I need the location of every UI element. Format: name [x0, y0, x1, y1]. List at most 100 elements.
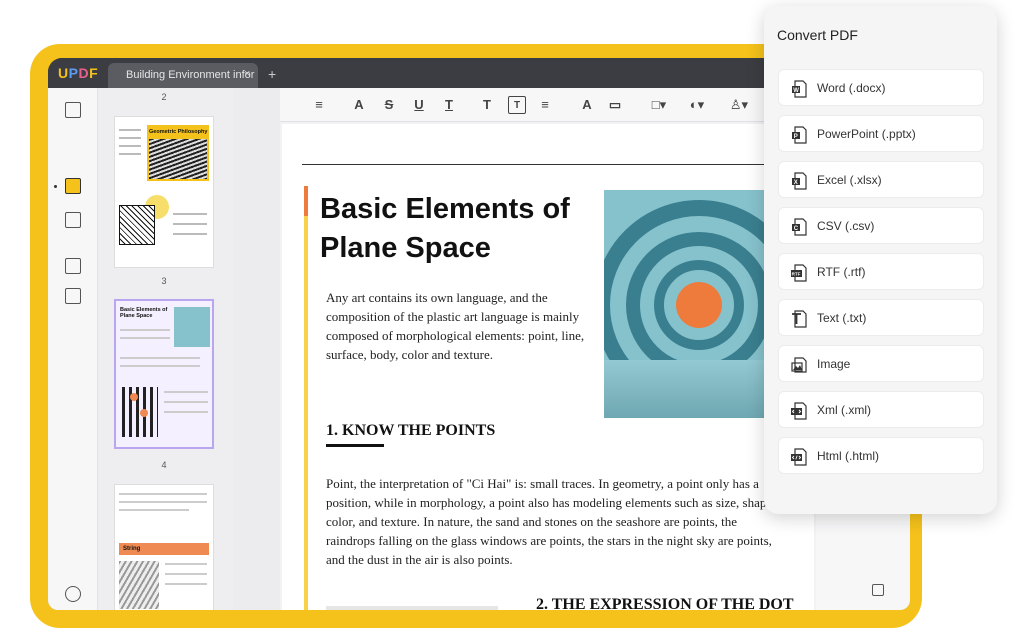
option-label: Text (.txt): [817, 311, 867, 325]
shape-icon[interactable]: □▾: [646, 96, 672, 114]
text-icon[interactable]: T: [478, 96, 496, 114]
close-tab-icon[interactable]: ×: [244, 68, 250, 80]
page-rule: [302, 164, 782, 165]
html-icon: [791, 448, 807, 466]
thumb-title: Basic Elements of Plane Space: [120, 307, 168, 319]
intro-paragraph: Any art contains its own language, and t…: [326, 290, 585, 362]
thumb-text-line: [165, 563, 207, 565]
section-photo: [326, 606, 498, 610]
convert-image-option[interactable]: Image: [778, 345, 984, 382]
layers-icon[interactable]: [65, 586, 81, 602]
thumb-title: Geometric Philosophy: [149, 129, 208, 135]
active-indicator: [54, 185, 57, 188]
thumb-text-line: [165, 573, 207, 575]
logo-letter: F: [89, 65, 99, 81]
thumb-text-line: [165, 583, 207, 585]
comment-list-icon[interactable]: [872, 584, 884, 596]
thumb-text-line: [164, 391, 208, 393]
section-heading: 1. KNOW THE POINTS: [326, 422, 496, 439]
crop-page-icon[interactable]: [65, 288, 81, 304]
thumb-text-line: [119, 493, 207, 495]
svg-text:X: X: [794, 180, 798, 186]
thumb-image: [119, 561, 159, 609]
thumbnail-panel: 2 Geometric Philosophy 3 Basic Elements …: [98, 88, 233, 610]
eraser-icon[interactable]: ▭: [606, 96, 624, 114]
svg-text:RTF: RTF: [792, 272, 801, 277]
convert-excel-option[interactable]: X Excel (.xlsx): [778, 161, 984, 198]
thumb-text-line: [164, 411, 208, 413]
document-tab[interactable]: Building Environment infor: [108, 63, 258, 88]
option-label: RTF (.rtf): [817, 265, 866, 279]
thumb-text-line: [119, 501, 207, 503]
svg-text:C: C: [794, 226, 799, 232]
svg-text:P: P: [794, 134, 798, 140]
document-title: Basic Elements of Plane Space: [320, 193, 570, 264]
convert-xml-option[interactable]: Xml (.xml): [778, 391, 984, 428]
callout-icon[interactable]: ≡: [536, 96, 554, 114]
thumbnail-page-number: 2: [161, 92, 167, 102]
convert-html-option[interactable]: Html (.html): [778, 437, 984, 474]
section-paragraph: Point, the interpretation of "Ci Hai" is…: [326, 476, 776, 567]
convert-rtf-option[interactable]: RTF RTF (.rtf): [778, 253, 984, 290]
rtf-icon: RTF: [791, 264, 807, 282]
convert-powerpoint-option[interactable]: P PowerPoint (.pptx): [778, 115, 984, 152]
xml-icon: [791, 402, 807, 420]
thumb-text-line: [120, 365, 200, 367]
comment-mode-icon[interactable]: [65, 178, 81, 194]
pdf-page[interactable]: Basic Elements of Plane Space Any art co…: [282, 124, 814, 610]
canvas-gutter: [233, 88, 280, 610]
sticker-icon[interactable]: ◐▾: [684, 96, 710, 114]
left-tool-rail: [48, 88, 98, 610]
thumb-image: [149, 139, 207, 179]
convert-text-option[interactable]: Text (.txt): [778, 299, 984, 336]
thumbnail-page-number: 3: [161, 276, 167, 286]
svg-text:W: W: [793, 88, 799, 94]
option-label: Word (.docx): [817, 81, 886, 95]
image-icon: [791, 357, 807, 373]
squiggly-icon[interactable]: T: [440, 96, 458, 114]
stamp-icon[interactable]: ♙▾: [726, 96, 752, 114]
tab-title: Building Environment infor: [126, 69, 255, 81]
thumbnail-page-2[interactable]: Geometric Philosophy: [114, 116, 214, 268]
pencil-icon[interactable]: A: [578, 96, 596, 114]
text-file-icon: [792, 310, 807, 328]
comment-icon[interactable]: ≡: [310, 96, 328, 114]
word-icon: W: [792, 80, 807, 98]
option-label: PowerPoint (.pptx): [817, 127, 916, 141]
logo-letter: D: [78, 65, 90, 81]
csv-icon: C: [792, 218, 807, 236]
logo-letter: U: [58, 65, 69, 81]
logo-letter: P: [68, 65, 79, 81]
highlight-icon[interactable]: A: [350, 96, 368, 114]
thumb-text-line: [173, 223, 207, 225]
underline-icon[interactable]: U: [410, 96, 428, 114]
thumb-dot: [130, 393, 138, 401]
thumb-text-line: [173, 213, 207, 215]
thumb-photo: [174, 307, 210, 347]
convert-csv-option[interactable]: C CSV (.csv): [778, 207, 984, 244]
add-tab-icon[interactable]: +: [268, 66, 276, 82]
thumb-text-line: [119, 153, 141, 155]
accent-bar: [304, 186, 308, 610]
thumb-text-line: [119, 137, 141, 139]
reader-icon[interactable]: [65, 102, 81, 118]
thumb-text-line: [119, 509, 189, 511]
thumbnail-page-3[interactable]: Basic Elements of Plane Space: [114, 299, 214, 449]
updf-logo: UPDF: [58, 65, 98, 81]
thumb-text-line: [164, 401, 208, 403]
option-label: Excel (.xlsx): [817, 173, 882, 187]
photo-center: [676, 282, 722, 328]
strikethrough-icon[interactable]: S: [380, 96, 398, 114]
organize-pages-icon[interactable]: [65, 258, 81, 274]
edit-pdf-icon[interactable]: [65, 212, 81, 228]
thumbnail-page-4[interactable]: String: [114, 484, 214, 610]
powerpoint-icon: P: [792, 126, 807, 144]
thumb-text-line: [119, 129, 141, 131]
convert-word-option[interactable]: W Word (.docx): [778, 69, 984, 106]
section-heading: 2. THE EXPRESSION OF THE DOT: [536, 596, 794, 610]
thumb-figure: [119, 205, 155, 245]
thumb-heading: String: [119, 543, 209, 555]
textbox-icon[interactable]: T: [508, 96, 526, 114]
thumb-text-line: [119, 145, 141, 147]
panel-title: Convert PDF: [777, 27, 858, 43]
